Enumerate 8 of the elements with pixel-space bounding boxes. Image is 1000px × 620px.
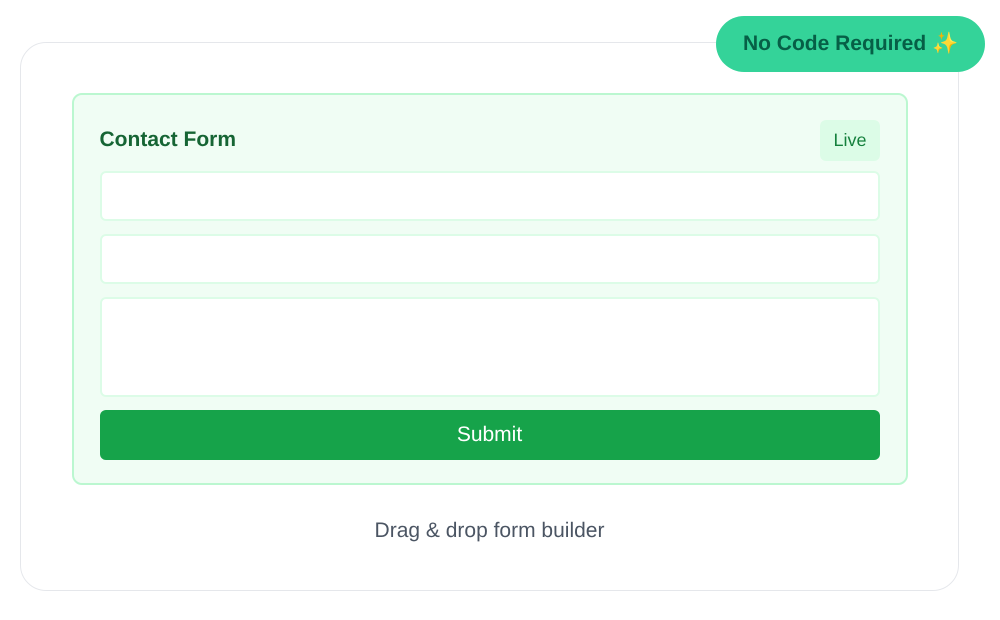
input-field[interactable]	[100, 234, 880, 284]
input-field[interactable]	[100, 171, 880, 221]
submit-button[interactable]: Submit	[100, 410, 880, 460]
form-title: Contact Form	[100, 127, 236, 154]
feature-badge: No Code Required ✨	[716, 16, 985, 72]
message-field[interactable]	[100, 297, 880, 397]
caption: Drag & drop form builder	[374, 518, 604, 544]
status-badge: Live	[820, 120, 880, 160]
